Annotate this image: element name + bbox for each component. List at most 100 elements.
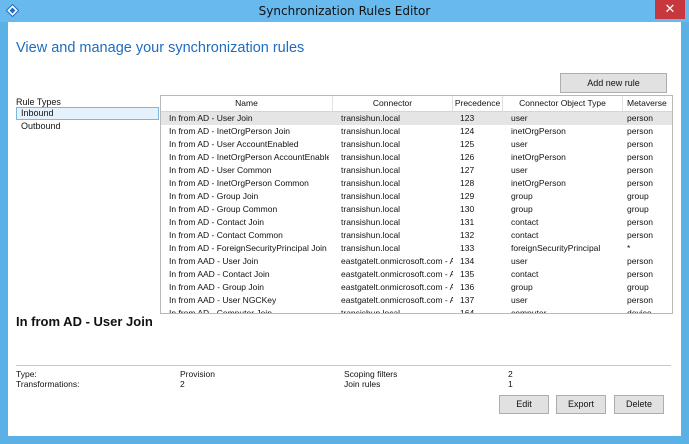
cell-connector: transishun.local <box>341 217 401 227</box>
cell-precedence: 136 <box>460 282 475 292</box>
table-row[interactable]: In from AAD - Contact Join eastgatelt.onm… <box>161 268 672 281</box>
cell-connector: transishun.local <box>341 178 401 188</box>
cell-metaverse: group <box>627 204 649 214</box>
cell-precedence: 124 <box>460 126 475 136</box>
table-row[interactable]: In from AD - InetOrgPerson AccountEnable… <box>161 151 672 164</box>
scoping-filters-value: 2 <box>508 369 513 379</box>
cell-connector: transishun.local <box>341 113 401 123</box>
column-header-precedence[interactable]: Precedence <box>453 96 503 111</box>
cell-name: In from AD - Group Join <box>169 191 259 201</box>
table-row[interactable]: In from AD - InetOrgPerson Join transishu… <box>161 125 672 138</box>
rule-types-label: Rule Types <box>16 97 61 107</box>
detail-divider <box>16 365 671 366</box>
cell-connector: eastgatelt.onmicrosoft.com - AAD <box>341 269 453 279</box>
cell-object-type: user <box>511 113 528 123</box>
cell-metaverse: * <box>627 243 631 253</box>
cell-name: In from AD - InetOrgPerson Common <box>169 178 309 188</box>
cell-object-type: inetOrgPerson <box>511 152 566 162</box>
table-row[interactable]: In from AAD - Group Join eastgatelt.onmic… <box>161 281 672 294</box>
cell-metaverse: device <box>627 308 652 314</box>
close-button[interactable]: ✕ <box>655 0 685 19</box>
cell-object-type: user <box>511 256 528 266</box>
cell-name: In from AAD - User NGCKey <box>169 295 277 305</box>
cell-metaverse: person <box>627 217 653 227</box>
cell-precedence: 130 <box>460 204 475 214</box>
cell-precedence: 131 <box>460 217 475 227</box>
cell-name: In from AD - Contact Join <box>169 217 264 227</box>
table-row[interactable]: In from AAD - User NGCKey eastgatelt.onmi… <box>161 294 672 307</box>
cell-metaverse: person <box>627 230 653 240</box>
cell-precedence: 135 <box>460 269 475 279</box>
cell-metaverse: group <box>627 282 649 292</box>
cell-name: In from AAD - User Join <box>169 256 259 266</box>
cell-connector: transishun.local <box>341 308 401 314</box>
table-row[interactable]: In from AD - Contact Common transishun.lo… <box>161 229 672 242</box>
table-row[interactable]: In from AAD - User Join eastgatelt.onmicr… <box>161 255 672 268</box>
column-header-metaverse[interactable]: Metaverse <box>623 96 672 111</box>
table-row[interactable]: In from AD - ForeignSecurityPrincipal Jo… <box>161 242 672 255</box>
cell-object-type: group <box>511 191 533 201</box>
rule-type-inbound[interactable]: Inbound <box>16 107 159 120</box>
cell-precedence: 129 <box>460 191 475 201</box>
rule-types-list[interactable]: Inbound Outbound <box>16 107 159 131</box>
cell-metaverse: person <box>627 165 653 175</box>
cell-object-type: inetOrgPerson <box>511 126 566 136</box>
cell-metaverse: person <box>627 178 653 188</box>
cell-name: In from AD - Computer Join <box>169 308 272 314</box>
cell-object-type: user <box>511 139 528 149</box>
delete-button[interactable]: Delete <box>614 395 664 414</box>
table-row[interactable]: In from AD - Group Common transishun.loca… <box>161 203 672 216</box>
type-value: Provision <box>180 369 215 379</box>
transformations-label: Transformations: <box>16 379 80 389</box>
table-row[interactable]: In from AD - User AccountEnabled transish… <box>161 138 672 151</box>
cell-precedence: 126 <box>460 152 475 162</box>
cell-precedence: 164 <box>460 308 475 314</box>
type-label: Type: <box>16 369 37 379</box>
column-header-connector[interactable]: Connector <box>333 96 453 111</box>
rule-type-outbound[interactable]: Outbound <box>16 120 159 133</box>
table-row[interactable]: In from AD - User Common transishun.local… <box>161 164 672 177</box>
transformations-value: 2 <box>180 379 185 389</box>
selected-rule-title: In from AD - User Join <box>16 314 153 329</box>
table-row[interactable]: In from AD - Contact Join transishun.loca… <box>161 216 672 229</box>
cell-object-type: group <box>511 204 533 214</box>
cell-connector: transishun.local <box>341 191 401 201</box>
cell-precedence: 125 <box>460 139 475 149</box>
cell-object-type: contact <box>511 217 539 227</box>
export-button[interactable]: Export <box>556 395 606 414</box>
rules-grid[interactable]: Name Connector Precedence Connector Obje… <box>160 95 673 314</box>
cell-metaverse: group <box>627 191 649 201</box>
cell-metaverse: person <box>627 269 653 279</box>
edit-button[interactable]: Edit <box>499 395 549 414</box>
add-new-rule-button[interactable]: Add new rule <box>560 73 667 93</box>
cell-name: In from AAD - Group Join <box>169 282 264 292</box>
cell-connector: transishun.local <box>341 243 401 253</box>
cell-metaverse: person <box>627 152 653 162</box>
window-title: Synchronization Rules Editor <box>258 4 431 18</box>
cell-connector: transishun.local <box>341 165 401 175</box>
column-header-object-type[interactable]: Connector Object Type <box>503 96 623 111</box>
cell-connector: transishun.local <box>341 126 401 136</box>
table-row[interactable]: In from AD - Group Join transishun.local 1… <box>161 190 672 203</box>
cell-name: In from AD - InetOrgPerson Join <box>169 126 290 136</box>
cell-object-type: contact <box>511 269 539 279</box>
cell-precedence: 123 <box>460 113 475 123</box>
cell-connector: transishun.local <box>341 152 401 162</box>
title-bar: Synchronization Rules Editor ✕ <box>0 0 689 22</box>
cell-connector: transishun.local <box>341 204 401 214</box>
table-row[interactable]: In from AD - InetOrgPerson Common transis… <box>161 177 672 190</box>
table-row[interactable]: In from AD - User Join transishun.local 12… <box>161 112 672 125</box>
cell-object-type: inetOrgPerson <box>511 178 566 188</box>
cell-metaverse: person <box>627 113 653 123</box>
table-row[interactable]: In from AD - Computer Join transishun.loc… <box>161 307 672 314</box>
cell-connector: eastgatelt.onmicrosoft.com - AAD <box>341 256 453 266</box>
cell-connector: transishun.local <box>341 139 401 149</box>
grid-header: Name Connector Precedence Connector Obje… <box>161 96 672 112</box>
cell-name: In from AD - User Join <box>169 113 253 123</box>
cell-name: In from AD - Contact Common <box>169 230 283 240</box>
cell-name: In from AAD - Contact Join <box>169 269 270 279</box>
column-header-name[interactable]: Name <box>161 96 333 111</box>
cell-name: In from AD - InetOrgPerson AccountEnable… <box>169 152 329 162</box>
cell-object-type: group <box>511 282 533 292</box>
cell-object-type: user <box>511 165 528 175</box>
